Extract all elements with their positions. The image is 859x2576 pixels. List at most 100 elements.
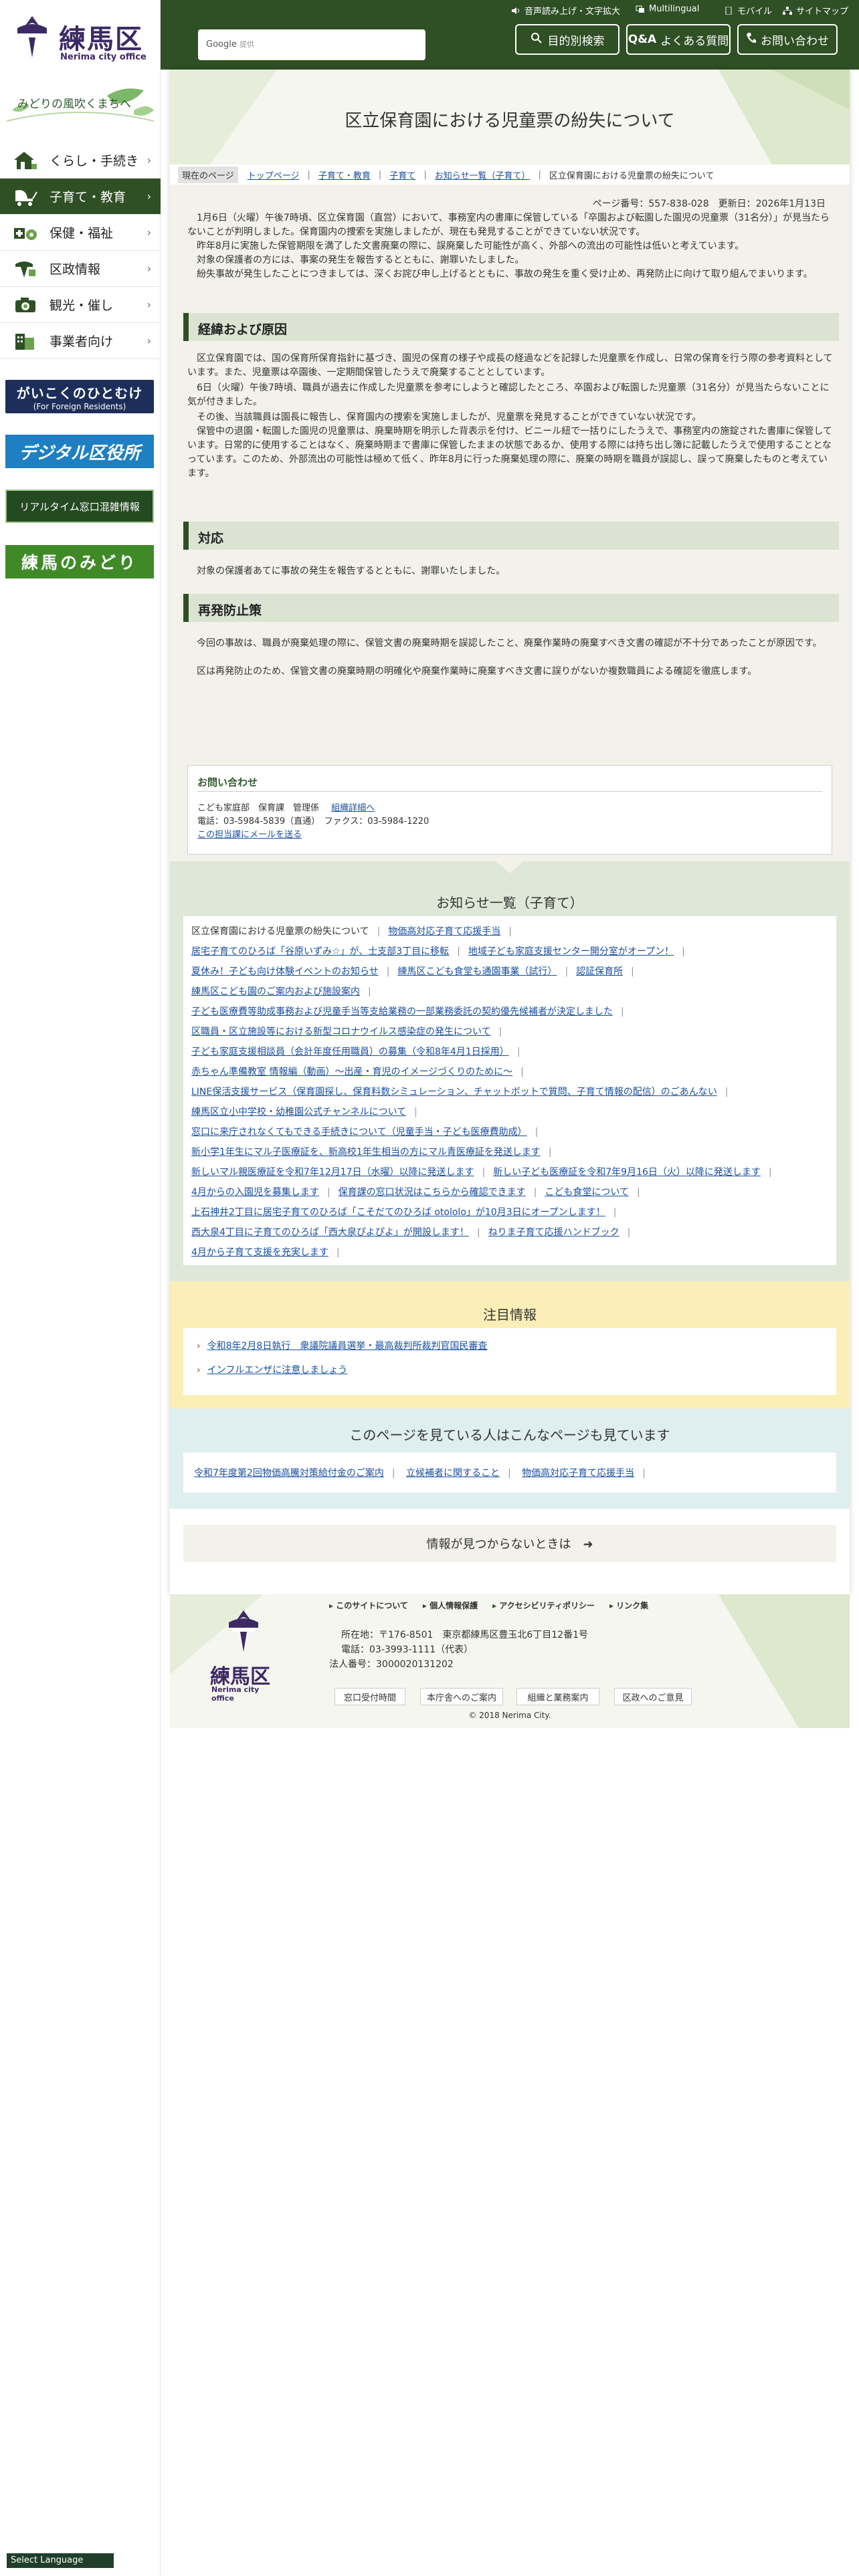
attention-link[interactable]: インフルエンザに注意しましょう [207,1365,348,1376]
contact-box: お問い合わせ こども家庭部 保育課 管理係 組織詳細へ 電話：03-5984-5… [187,765,832,855]
also-viewed-link[interactable]: 立候補者に関すること [406,1468,500,1479]
news-link[interactable]: 窓口に来庁されなくてもできる手続きについて（児童手当・子ども医療費助成） [191,1126,527,1138]
news-link[interactable]: 地域子ども家庭支援センター開分室がオープン！ [468,946,674,958]
nav-item-living[interactable]: くらし・手続き › [0,142,161,179]
footer-btn-feedback[interactable]: 区政へのご意見 [614,1688,692,1705]
nav-item-city[interactable]: 区政情報 › [0,251,161,287]
separator: | [391,1468,395,1479]
footer-link-privacy[interactable]: 個人情報保護 [423,1600,478,1611]
nav-item-childcare[interactable]: 子育て・教育 › [0,179,161,215]
nav-item-health[interactable]: 保健・福祉 › [0,215,161,251]
news-link[interactable]: 練馬区こども食堂も通園事業（試行） [397,966,557,978]
prevention-para: 今回の事故は、職員が廃棄処理の際に、保管文書の廃棄時期を誤認したこと、廃棄作業時… [187,638,822,649]
also-viewed-link[interactable]: 物価高対応子育て応援手当 [522,1468,634,1479]
breadcrumb-news-list[interactable]: お知らせ一覧（子育て） [435,169,531,181]
chevron-right-icon: › [147,334,151,347]
main-content: 区立保育園における児童票の紛失について 現在のページ トップページ | 子育て・… [161,70,859,2576]
not-found-button[interactable]: 情報が見つからないときは ➜ [183,1525,836,1562]
separator: | [533,1187,537,1198]
banner-digital-office[interactable]: デジタル区役所 [5,435,154,468]
audio-link[interactable]: 音声読み上げ・文字拡大 [511,4,620,17]
news-link[interactable]: 子ども家庭支援相談員（会計年度任用職員）の募集（令和8年4月1日採用） [191,1046,509,1058]
breadcrumb-childcare-education[interactable]: 子育て・教育 [318,169,371,181]
attention-link[interactable]: 令和8年2月8日執行 衆議院議員選挙・最高裁判所裁判官国民審査 [207,1341,488,1352]
separator: | [548,1147,552,1158]
news-link[interactable]: 新しい子ども医療証を令和7年9月16日（火）以降に発送します [493,1166,761,1178]
news-link[interactable]: 4月からの入園児を募集します [191,1186,319,1198]
banner-foreign-residents[interactable]: がいこくのひとむけ (For Foreign Residents) [5,380,154,413]
faq-button[interactable]: Q&A よくある質問 [626,24,731,55]
contact-heading: お問い合わせ [197,776,258,788]
news-link[interactable]: 子ども医療費等助成事務および児童手当等支給業務の一部業務委託の契約優先候補者が決… [191,1006,613,1018]
attention-section: 注目情報 › 令和8年2月8日執行 衆議院議員選挙・最高裁判所裁判官国民審査 › イ… [170,1281,850,1408]
news-link[interactable]: ねりま子育て応援ハンドブック [488,1226,619,1239]
footer-btn-org[interactable]: 組織と業務案内 [516,1688,599,1705]
multilingual-link[interactable]: Multilingual [636,4,699,14]
sitemap-link[interactable]: サイトマップ [783,4,848,17]
news-link[interactable]: 認証保育所 [576,966,623,978]
separator: | [482,1167,486,1178]
news-row: 子ども家庭支援相談員（会計年度任用職員）の募集（令和8年4月1日採用） | [191,1046,828,1058]
news-link[interactable]: 西大泉4丁目に子育てのひろば「西大泉ぴよぴよ」が開設します！ [191,1226,469,1239]
breadcrumb-separator: | [538,169,541,180]
news-link[interactable]: 居宅子育てのひろば「谷原いずみ☆」が、士支部3丁目に移転 [191,946,449,958]
slogan: みどりの風吹くまちへ [6,84,155,130]
footer-link-links[interactable]: リンク集 [609,1600,648,1611]
news-row: 新しいマル親医療証を令和7年12月17日（水曜）以降に発送します | 新しい子ども医… [191,1166,828,1178]
news-row: 練馬区こども園のご案内および施設案内 | [191,986,828,998]
news-link[interactable]: 保育課の窓口状況はこちらから確認できます [339,1186,526,1198]
camera-icon [12,295,39,315]
search-input[interactable]: Google 提供 [198,29,425,60]
news-row: 窓口に来庁されなくてもできる手続きについて（児童手当・子ども医療費助成） | [191,1126,828,1138]
news-link[interactable]: こども食堂について [545,1186,629,1198]
news-link[interactable]: 物価高対応子育て応援手当 [388,926,500,938]
intro-para: 1月6日（火曜）午後7時頃、区立保育園（直営）において、事務室内の書庫に保管して… [187,213,830,237]
stroller-icon [12,187,39,207]
nerima-emblem-icon [229,1610,258,1652]
site-name-en: Nerima city office [60,52,147,62]
news-link[interactable]: 上石神井2丁目に居宅子育てのひろば「こそだてのひろば otololo」が10月3… [191,1206,605,1218]
purpose-search-button[interactable]: 目的別検索 [515,24,619,55]
attention-heading: 注目情報 [483,1307,537,1323]
footer-btn-hours[interactable]: 窓口受付時間 [335,1688,405,1705]
contact-button[interactable]: お問い合わせ [737,24,838,55]
news-row: 4月からの入園児を募集します | 保育課の窓口状況はこちらから確認できます | こども食… [191,1186,828,1198]
mobile-label: モバイル [737,7,773,17]
banner-nerima-green[interactable]: 練馬のみどり [5,545,154,578]
background-para: 保管中の退園・転園した園児の児童票は、廃棄時期を明示した背表示を付け、ビニール紐… [187,426,832,479]
news-link[interactable]: 区職員・区立施設等における新型コロナウイルス感染症の発生について [191,1026,491,1038]
nav-item-tourism[interactable]: 観光・催し › [0,287,161,323]
news-link[interactable]: 練馬区立小中学校・幼稚園公式チャンネルについて [191,1106,406,1118]
purpose-search-label: 目的別検索 [547,34,605,48]
news-row: 新小学1年生にマル子医療証を、新高校1年生相当の方にマル青医療証を発送します | [191,1146,828,1158]
speaker-icon [511,7,520,15]
site-logo[interactable]: 練馬区 Nerima city office [12,13,153,67]
breadcrumb-childcare[interactable]: 子育て [389,169,415,181]
footer-btn-access[interactable]: 本庁舎へのご案内 [420,1688,503,1705]
footer-logo[interactable]: 練馬区 Nerima city office [210,1608,284,1708]
separator: | [535,1127,539,1138]
breadcrumb-top[interactable]: トップページ [248,169,300,181]
contact-mail-link[interactable]: この担当課にメールを送る [197,830,302,840]
news-link[interactable]: 夏休み！子ども向け体験イベントのお知らせ [191,966,379,978]
breadcrumb-here-label: 現在のページ [178,166,238,183]
news-link[interactable]: 練馬区こども園のご案内および施設案内 [191,986,360,998]
news-link[interactable]: 赤ちゃん準備教室 情報編（動画）～出産・育児のイメージづくりのために～ [191,1066,512,1078]
separator: | [377,926,381,937]
news-link[interactable]: LINE保活支援サービス（保育園探し、保育料数シミュレーション、チャットボットで… [191,1086,717,1098]
contact-dept: こども家庭部 保育課 管理係 [197,803,320,813]
separator: | [386,966,390,977]
select-language[interactable]: Select Language [7,2553,114,2568]
also-viewed-link[interactable]: 令和7年度第2回物価高騰対策給付金のご案内 [194,1468,384,1479]
nav-label: 事業者向け [50,334,114,349]
news-link[interactable]: 区立保育園における児童票の紛失について [191,926,369,938]
footer-link-about[interactable]: このサイトについて [329,1600,408,1611]
news-link[interactable]: 新小学1年生にマル子医療証を、新高校1年生相当の方にマル青医療証を発送します [191,1146,541,1158]
org-detail-link[interactable]: 組織詳細へ [331,803,375,813]
banner-realtime-crowd[interactable]: リアルタイム窓口混雑情報 [5,490,154,523]
mobile-link[interactable]: モバイル [724,4,772,17]
footer-link-accessibility[interactable]: アクセシビリティポリシー [492,1600,595,1611]
news-link[interactable]: 4月から子育て支援を充実します [191,1247,328,1259]
nav-item-business[interactable]: 事業者向け › [0,323,161,359]
news-link[interactable]: 新しいマル親医療証を令和7年12月17日（水曜）以降に発送します [191,1166,474,1178]
